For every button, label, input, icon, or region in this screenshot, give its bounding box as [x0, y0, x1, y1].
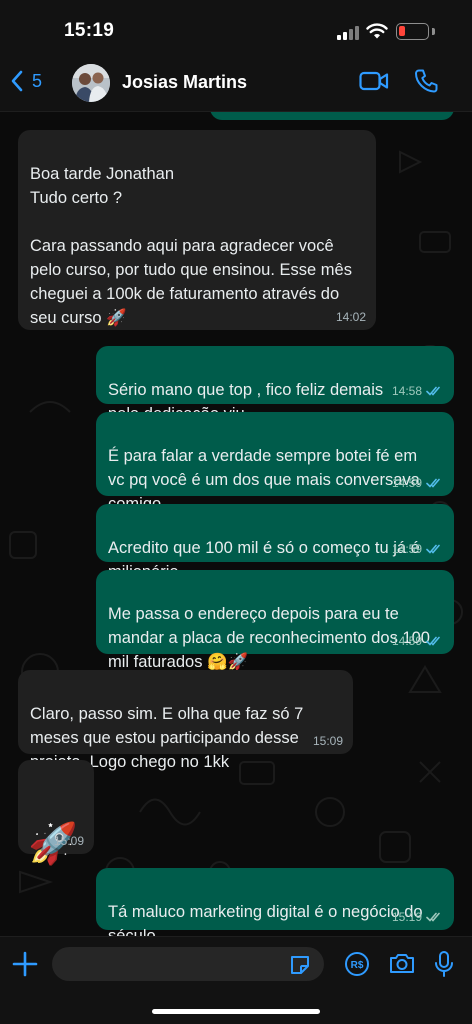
cellular-signal-icon: [337, 26, 359, 40]
message-meta: 15:19: [392, 910, 444, 924]
message-meta: 14:59: [392, 542, 444, 556]
delivered-ticks-icon: [426, 912, 440, 922]
battery-icon: [396, 23, 429, 40]
message-text: Tá maluco marketing digital é o negócio …: [108, 903, 423, 936]
read-ticks-icon: [426, 636, 440, 646]
home-indicator: [152, 1009, 320, 1014]
read-ticks-icon: [426, 386, 440, 396]
composer-bar: R$: [0, 936, 472, 1024]
status-bar: 15:19: [0, 0, 472, 56]
outgoing-message[interactable]: Tá maluco marketing digital é o negócio …: [96, 868, 454, 936]
microphone-icon[interactable]: [434, 950, 454, 978]
message-text: Boa tarde Jonathan Tudo certo ? Cara pas…: [30, 165, 352, 327]
message-time: 14:59: [391, 476, 422, 490]
message-time: 15:19: [391, 910, 422, 924]
outgoing-message[interactable]: É para falar a verdade sempre botei fé e…: [96, 412, 454, 513]
chat-header: 5 Josias Martins: [0, 56, 472, 112]
battery-cap: [432, 28, 435, 35]
message-meta: 14:58: [392, 384, 444, 398]
outgoing-message[interactable]: Sério mano que top , fico feliz demais p…: [96, 346, 454, 423]
outgoing-message[interactable]: Me passa o endereço depois para eu te ma…: [96, 570, 454, 671]
camera-icon[interactable]: [388, 951, 416, 975]
message-meta: 15:09: [54, 834, 84, 848]
message-time: 15:09: [312, 734, 343, 748]
message-input[interactable]: [52, 947, 324, 981]
video-camera-icon[interactable]: [359, 70, 389, 92]
wifi-icon: [366, 23, 388, 39]
svg-text:R$: R$: [351, 960, 364, 971]
read-ticks-icon: [426, 544, 440, 554]
previous-message-edge: [210, 112, 454, 120]
message-meta: 14:02: [336, 310, 366, 324]
avatar[interactable]: [72, 64, 110, 102]
rs-currency-icon[interactable]: R$: [344, 951, 370, 977]
message-time: 14:59: [391, 634, 422, 648]
outgoing-message[interactable]: Acredito que 100 mil é só o começo tu já…: [96, 504, 454, 581]
message-meta: 14:59: [392, 476, 444, 490]
sticker-icon[interactable]: [288, 953, 312, 977]
incoming-message[interactable]: 🚀 15:09: [18, 760, 94, 866]
message-meta: 14:59: [392, 634, 444, 648]
contact-name[interactable]: Josias Martins: [122, 72, 247, 93]
message-time: 15:09: [53, 834, 84, 848]
message-time: 14:02: [335, 310, 366, 324]
unread-count: 5: [32, 70, 43, 91]
read-ticks-icon: [426, 478, 440, 488]
back-button[interactable]: 5: [10, 70, 42, 92]
message-time: 14:58: [391, 384, 422, 398]
phone-icon[interactable]: [414, 68, 438, 94]
status-time: 15:19: [64, 20, 115, 41]
message-meta: 15:09: [313, 734, 343, 748]
message-list[interactable]: Boa tarde Jonathan Tudo certo ? Cara pas…: [0, 112, 472, 936]
message-time: 14:59: [391, 542, 422, 556]
incoming-message[interactable]: Claro, passo sim. E olha que faz só 7 me…: [18, 670, 353, 771]
chevron-left-icon: [11, 70, 23, 92]
incoming-message[interactable]: Boa tarde Jonathan Tudo certo ? Cara pas…: [18, 130, 376, 330]
plus-icon[interactable]: [12, 951, 38, 977]
